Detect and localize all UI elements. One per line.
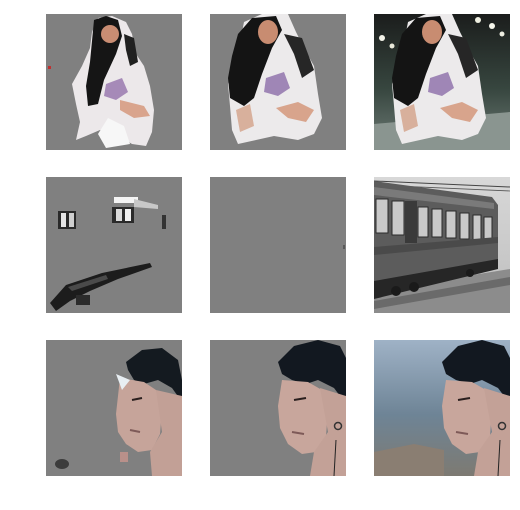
portrait-original-tile: [374, 340, 510, 476]
train-partial-mask-tile: [46, 177, 182, 313]
portrait-segmented-image: [210, 340, 346, 476]
woman-hand-partial-mask-tile: [46, 14, 182, 150]
train-partial-mask-image: [46, 177, 182, 313]
portrait-partial-mask-image: [46, 340, 182, 476]
train-original-tile: [374, 177, 510, 313]
train-empty-mask-image: [210, 177, 346, 313]
portrait-segmented-tile: [210, 340, 346, 476]
woman-hand-original-tile: [374, 14, 510, 150]
woman-hand-partial-mask-image: [46, 14, 182, 150]
woman-hand-segmented-tile: [210, 14, 346, 150]
portrait-original-image: [374, 340, 510, 476]
woman-hand-original-image: [374, 14, 510, 150]
train-empty-mask-tile: [210, 177, 346, 313]
train-original-image: [374, 177, 510, 313]
portrait-partial-mask-tile: [46, 340, 182, 476]
image-grid: [0, 0, 520, 510]
woman-hand-segmented-image: [210, 14, 346, 150]
